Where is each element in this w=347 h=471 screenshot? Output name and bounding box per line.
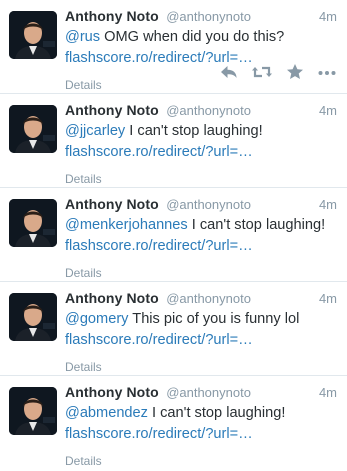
favorite-star-icon[interactable] <box>284 61 306 83</box>
tweet-timestamp[interactable]: 4m <box>319 9 337 24</box>
details-link[interactable]: Details <box>65 172 102 186</box>
tweet-header: Anthony Noto @anthonynoto 4m <box>65 8 339 26</box>
mention-link[interactable]: @gomery <box>65 311 128 327</box>
details-link[interactable]: Details <box>65 454 102 468</box>
avatar[interactable] <box>9 199 57 247</box>
tweet-body: I can't stop laughing! <box>125 123 263 139</box>
tweet-item[interactable]: Anthony Noto @anthonynoto 4m @abmendez I… <box>0 376 347 470</box>
author-handle[interactable]: @anthonynoto <box>166 197 251 212</box>
tweet-timestamp[interactable]: 4m <box>319 197 337 212</box>
retweet-icon[interactable] <box>251 61 273 83</box>
mention-link[interactable]: @abmendez <box>65 405 148 421</box>
url-link[interactable]: flashscore.ro/redirect/?url=… <box>65 144 253 160</box>
tweet-timestamp[interactable]: 4m <box>319 103 337 118</box>
tweet-text: @gomery This pic of you is funny lol <box>65 309 339 329</box>
author-handle[interactable]: @anthonynoto <box>166 291 251 306</box>
details-link[interactable]: Details <box>65 360 102 374</box>
tweet-timestamp[interactable]: 4m <box>319 291 337 306</box>
tweet-body: This pic of you is funny lol <box>128 311 300 327</box>
mention-link[interactable]: @rus <box>65 29 100 45</box>
avatar[interactable] <box>9 105 57 153</box>
author-name[interactable]: Anthony Noto <box>65 196 159 212</box>
tweet-header: Anthony Noto @anthonynoto 4m <box>65 384 339 402</box>
details-link[interactable]: Details <box>65 266 102 280</box>
tweet-item[interactable]: Anthony Noto @anthonynoto 4m @gomery Thi… <box>0 282 347 376</box>
tweet-actions <box>218 61 340 85</box>
url-link[interactable]: flashscore.ro/redirect/?url=… <box>65 332 253 348</box>
author-name[interactable]: Anthony Noto <box>65 102 159 118</box>
tweet-item[interactable]: Anthony Noto @anthonynoto 4m @jjcarley I… <box>0 94 347 188</box>
tweet-body: OMG when did you do this? <box>100 29 285 45</box>
url-link[interactable]: flashscore.ro/redirect/?url=… <box>65 426 253 442</box>
author-handle[interactable]: @anthonynoto <box>166 9 251 24</box>
tweet-text: @menkerjohannes I can't stop laughing! <box>65 215 339 235</box>
details-link[interactable]: Details <box>65 78 102 92</box>
avatar[interactable] <box>9 293 57 341</box>
tweet-text: @rus OMG when did you do this? <box>65 27 339 47</box>
tweet-header: Anthony Noto @anthonynoto 4m <box>65 196 339 214</box>
more-options-icon[interactable] <box>316 61 338 83</box>
author-handle[interactable]: @anthonynoto <box>166 385 251 400</box>
tweet-item[interactable]: Anthony Noto @anthonynoto 4m @rus OMG wh… <box>0 0 347 94</box>
tweet-text: @abmendez I can't stop laughing! <box>65 403 339 423</box>
reply-icon[interactable] <box>218 61 240 83</box>
tweet-timeline: Anthony Noto @anthonynoto 4m @rus OMG wh… <box>0 0 347 470</box>
avatar[interactable] <box>9 387 57 435</box>
tweet-header: Anthony Noto @anthonynoto 4m <box>65 102 339 120</box>
tweet-body: I can't stop laughing! <box>187 217 326 233</box>
avatar[interactable] <box>9 11 57 59</box>
mention-link[interactable]: @menkerjohannes <box>65 217 188 233</box>
tweet-timestamp[interactable]: 4m <box>319 385 337 400</box>
author-handle[interactable]: @anthonynoto <box>166 103 251 118</box>
mention-link[interactable]: @jjcarley <box>65 123 125 139</box>
tweet-item[interactable]: Anthony Noto @anthonynoto 4m @menkerjoha… <box>0 188 347 282</box>
url-link[interactable]: flashscore.ro/redirect/?url=… <box>65 238 253 254</box>
tweet-header: Anthony Noto @anthonynoto 4m <box>65 290 339 308</box>
tweet-text: @jjcarley I can't stop laughing! <box>65 121 339 141</box>
author-name[interactable]: Anthony Noto <box>65 290 159 306</box>
author-name[interactable]: Anthony Noto <box>65 384 159 400</box>
tweet-body: I can't stop laughing! <box>147 405 286 421</box>
author-name[interactable]: Anthony Noto <box>65 8 159 24</box>
